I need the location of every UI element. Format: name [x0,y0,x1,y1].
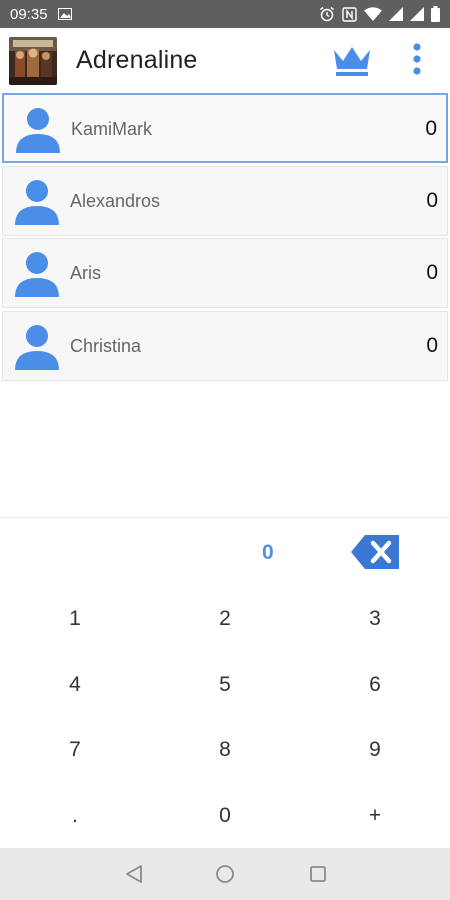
key-0[interactable]: 0 [180,791,270,841]
app-title: Adrenaline [76,46,198,74]
player-row[interactable]: Aris 0 [2,238,448,308]
person-icon [13,324,61,370]
player-row[interactable]: Alexandros 0 [2,165,448,236]
key-4[interactable]: 4 [30,660,120,710]
nav-recents-button[interactable] [306,862,330,886]
image-notification-icon [57,8,72,20]
overflow-menu-button[interactable] [404,40,430,80]
key-9[interactable]: 9 [330,725,420,775]
key-2[interactable]: 2 [180,594,270,644]
nav-back-button[interactable] [122,862,146,886]
recents-square-icon [310,866,326,882]
person-icon [13,251,61,297]
backspace-icon [351,535,399,569]
key-1[interactable]: 1 [30,594,120,644]
leaderboard-crown-button[interactable] [330,44,374,78]
app-bar: Adrenaline [0,28,450,92]
player-score: 0 [426,261,438,284]
keypad-divider [0,517,450,518]
battery-icon [431,6,440,22]
system-nav-bar [0,848,450,900]
signal-icon [389,7,403,21]
status-bar: 09:35 [0,0,450,28]
player-list: KamiMark 0 Alexandros 0 Aris 0 Christina… [0,93,450,383]
home-circle-icon [216,865,234,883]
player-name: Christina [70,335,142,356]
person-icon [13,179,61,225]
back-triangle-icon [126,865,142,883]
score-entry-display: 0 [262,541,274,564]
status-time: 09:35 [10,5,48,23]
key-3[interactable]: 3 [330,594,420,644]
player-score: 0 [425,117,437,140]
status-left: 09:35 [10,6,72,23]
app-logo [9,37,57,85]
player-row[interactable]: KamiMark 0 [2,93,448,163]
player-score: 0 [426,333,438,357]
key-7[interactable]: 7 [30,725,120,775]
player-name: KamiMark [71,119,153,139]
wifi-icon [364,7,382,21]
key-6[interactable]: 6 [330,660,420,710]
nav-home-button[interactable] [213,862,237,886]
key-5[interactable]: 5 [180,660,270,710]
player-score: 0 [426,188,438,212]
signal-icon-secondary [410,7,424,21]
player-row[interactable]: Christina 0 [2,310,448,381]
nfc-icon [342,6,357,22]
crown-icon [334,47,370,76]
status-icons [319,6,440,22]
backspace-button[interactable] [351,535,399,569]
key-decimal[interactable]: . [30,791,120,841]
overflow-menu-icon [413,43,421,75]
person-icon [14,107,62,153]
player-name: Alexandros [70,190,161,211]
alarm-icon [319,6,335,22]
player-name: Aris [70,263,101,283]
key-8[interactable]: 8 [180,725,270,775]
key-plus[interactable]: + [330,791,420,841]
